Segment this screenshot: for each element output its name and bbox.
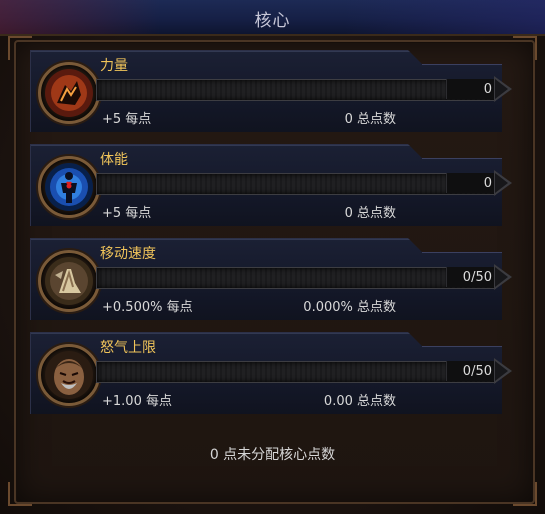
stat-row-movement-speed[interactable]: 移动速度 0/50 +0.500% 每点 0.000% 总点数 xyxy=(30,238,518,320)
stat-bar-track xyxy=(96,267,496,289)
stat-total: 0 总点数 xyxy=(344,206,396,221)
stat-row-max-fury[interactable]: 怒气上限 0/50 +1.00 每点 0.00 总点数 xyxy=(30,332,518,414)
row-edge xyxy=(422,158,502,159)
title-bar: 核心 xyxy=(0,0,545,36)
stat-bar-track xyxy=(96,173,496,195)
stat-name: 体能 xyxy=(100,152,128,168)
stat-bar[interactable]: 0/50 xyxy=(96,358,516,384)
increase-arrow-icon[interactable] xyxy=(494,170,512,196)
stat-bar[interactable]: 0 xyxy=(96,76,516,102)
stat-row-strength[interactable]: 力量 0 +5 每点 0 总点数 xyxy=(30,50,518,132)
stat-per-point: +1.00 每点 xyxy=(102,394,172,409)
increase-arrow-icon[interactable] xyxy=(494,264,512,290)
unspent-core-points: 0 点未分配核心点数 xyxy=(209,447,336,463)
stat-bar-value: 0/50 xyxy=(462,364,492,379)
increase-arrow-icon[interactable] xyxy=(494,358,512,384)
frame-corner xyxy=(8,36,32,60)
row-edge xyxy=(422,64,502,65)
frame-corner xyxy=(513,482,537,506)
frame-corner xyxy=(8,482,32,506)
strength-icon xyxy=(38,62,100,124)
stat-per-point: +5 每点 xyxy=(102,206,152,221)
stat-per-point: +0.500% 每点 xyxy=(102,300,193,315)
stat-bar-value: 0 xyxy=(483,176,492,191)
movement-speed-icon xyxy=(38,250,100,312)
stat-row-vitality[interactable]: 体能 0 +5 每点 0 总点数 xyxy=(30,144,518,226)
stat-bar-value: 0 xyxy=(483,82,492,97)
stat-bar-value: 0/50 xyxy=(462,270,492,285)
stat-per-point: +5 每点 xyxy=(102,112,152,127)
stat-bar[interactable]: 0/50 xyxy=(96,264,516,290)
stat-name: 移动速度 xyxy=(100,246,156,262)
stat-name: 怒气上限 xyxy=(100,340,156,356)
row-edge xyxy=(422,346,502,347)
max-fury-icon xyxy=(38,344,100,406)
stat-bar-track xyxy=(96,79,496,101)
vitality-icon xyxy=(38,156,100,218)
stat-bar-track xyxy=(96,361,496,383)
stat-total: 0.00 总点数 xyxy=(323,394,396,409)
row-edge xyxy=(422,252,502,253)
stat-bar[interactable]: 0 xyxy=(96,170,516,196)
panel-title: 核心 xyxy=(254,11,291,31)
stat-total: 0.000% 总点数 xyxy=(303,300,396,315)
increase-arrow-icon[interactable] xyxy=(494,76,512,102)
stat-total: 0 总点数 xyxy=(344,112,396,127)
stat-name: 力量 xyxy=(100,58,128,74)
core-stats-panel: 核心 力量 0 +5 每点 0 总点数 体能 0 +5 每点 0 总点数 移动速… xyxy=(0,0,545,514)
